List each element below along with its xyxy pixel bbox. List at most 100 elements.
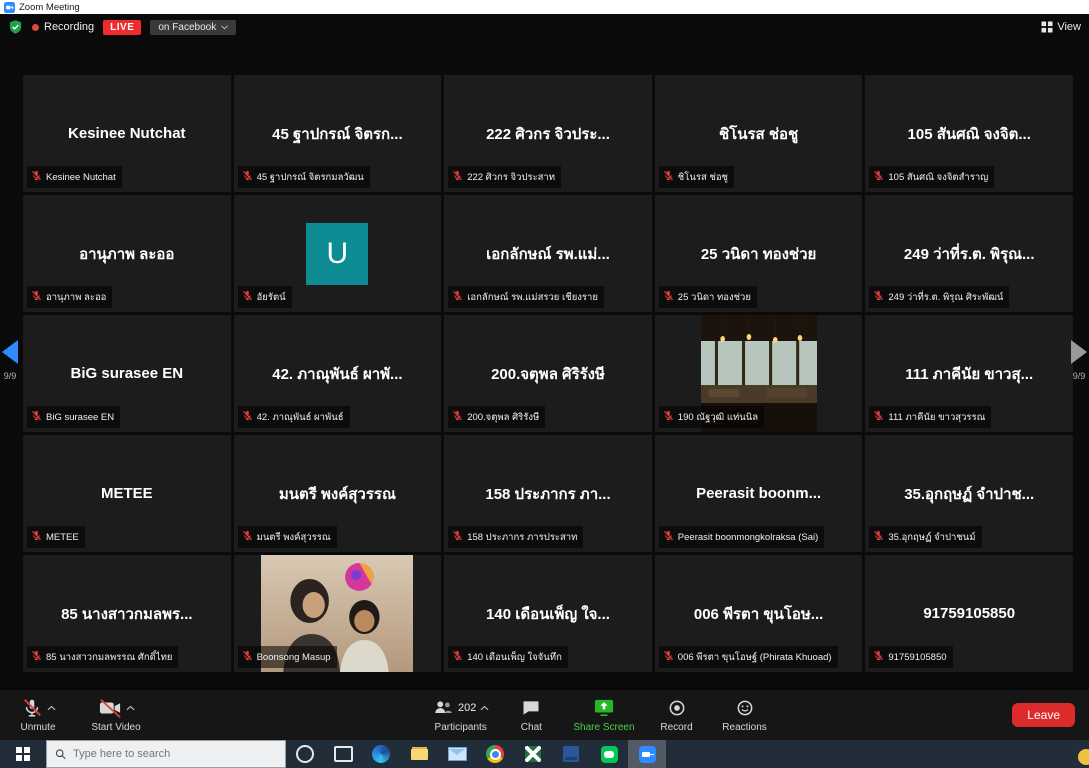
participants-button[interactable]: 202 Participants bbox=[432, 695, 489, 733]
chevron-up-icon[interactable] bbox=[126, 705, 135, 711]
participant-name-text: Kesinee Nutchat bbox=[46, 172, 116, 183]
security-shield-icon[interactable] bbox=[8, 19, 23, 35]
participant-name-text: BiG surasee EN bbox=[46, 412, 114, 423]
window-titlebar: Zoom Meeting bbox=[0, 0, 1089, 14]
participant-tile[interactable]: 45 ฐาปกรณ์ จิตรก...45 ฐาปกรณ์ จิตรกมลวัฒ… bbox=[234, 75, 442, 192]
participant-name-text: 105 สันศณิ จงจิตสำราญ bbox=[888, 170, 988, 185]
participant-tile[interactable]: BiG surasee ENBiG surasee EN bbox=[23, 315, 231, 432]
participant-name-text: ชิโนรส ช่อชู bbox=[678, 170, 728, 185]
muted-microphone-icon bbox=[21, 697, 43, 719]
participant-tile[interactable]: Uอัยรัตน์ bbox=[234, 195, 442, 312]
participant-tile[interactable]: Peerasit boonm...Peerasit boonmongkolrak… bbox=[655, 435, 863, 552]
edge-icon[interactable] bbox=[362, 740, 400, 768]
participant-tile[interactable]: 200.จตุพล ศิริรังษี200.จตุพล ศิริรังษี bbox=[444, 315, 652, 432]
muted-mic-icon bbox=[31, 648, 42, 666]
participant-name-tag: 158 ประภากร ภารประสาท bbox=[448, 526, 583, 548]
participant-avatar: U bbox=[306, 223, 368, 285]
participant-display-name: ชิโนรส ช่อชู bbox=[709, 122, 808, 146]
participant-tile[interactable]: 42. ภาณุพันธ์ ผาพั...42. ภาณุพันธ์ ผาพัน… bbox=[234, 315, 442, 432]
participant-name-tag: 200.จตุพล ศิริรังษี bbox=[448, 406, 545, 428]
participant-tile[interactable]: Boonsong Masup bbox=[234, 555, 442, 672]
search-input[interactable] bbox=[73, 748, 277, 760]
facebook-stream-dropdown[interactable]: on Facebook bbox=[150, 20, 236, 35]
muted-mic-icon bbox=[873, 408, 884, 426]
participant-display-name: 222 ศิวกร จิวประ... bbox=[476, 122, 620, 146]
participant-tile[interactable]: อานุภาพ ละอออานุภาพ ละออ bbox=[23, 195, 231, 312]
page-indicator-left: 9/9 bbox=[4, 371, 17, 381]
share-screen-icon bbox=[593, 698, 615, 718]
muted-mic-icon bbox=[663, 168, 674, 186]
record-button[interactable]: Record bbox=[651, 695, 703, 733]
start-video-button[interactable]: Start Video bbox=[90, 695, 142, 733]
line-icon[interactable] bbox=[590, 740, 628, 768]
mail-icon[interactable] bbox=[438, 740, 476, 768]
excel-icon[interactable] bbox=[514, 740, 552, 768]
previous-page-arrow-icon[interactable] bbox=[2, 340, 18, 364]
participant-name-tag: 105 สันศณิ จงจิตสำราญ bbox=[869, 166, 994, 188]
participant-tile[interactable]: 222 ศิวกร จิวประ...222 ศิวกร จิวประสาท bbox=[444, 75, 652, 192]
participant-name-text: 190 ณัฐวุฒิ แท่นนิล bbox=[678, 410, 758, 425]
share-screen-button[interactable]: Share Screen bbox=[573, 695, 634, 733]
participant-tile[interactable]: Kesinee NutchatKesinee Nutchat bbox=[23, 75, 231, 192]
participant-tile[interactable]: 249 ว่าที่ร.ต. พิรุณ...249 ว่าที่ร.ต. พิ… bbox=[865, 195, 1073, 312]
participant-name-tag: 42. ภาณุพันธ์ ผาพันธ์ bbox=[238, 406, 350, 428]
notification-icon[interactable] bbox=[1078, 749, 1089, 765]
reactions-button[interactable]: Reactions bbox=[719, 695, 771, 733]
participant-name-text: มนตรี พงค์สุวรรณ bbox=[257, 530, 331, 545]
participant-name-tag: METEE bbox=[27, 526, 85, 548]
participant-tile[interactable]: 105 สันศณิ จงจิต...105 สันศณิ จงจิตสำราญ bbox=[865, 75, 1073, 192]
muted-mic-icon bbox=[242, 408, 253, 426]
participant-name-tag: อานุภาพ ละออ bbox=[27, 286, 112, 308]
participant-display-name: 85 นางสาวกมลพร... bbox=[51, 602, 202, 626]
word-icon[interactable] bbox=[552, 740, 590, 768]
participant-display-name: มนตรี พงค์สุวรรณ bbox=[269, 482, 406, 506]
chevron-up-icon[interactable] bbox=[47, 705, 56, 711]
participant-display-name: 91759105850 bbox=[913, 605, 1025, 622]
meeting-controlbar: Unmute Start Video bbox=[0, 690, 1089, 740]
participant-tile[interactable]: 006 พีรตา ขุนโอษ...006 พีรตา ขุนโอษฐ์ (P… bbox=[655, 555, 863, 672]
muted-mic-icon bbox=[242, 168, 253, 186]
participant-name-tag: 190 ณัฐวุฒิ แท่นนิล bbox=[659, 406, 764, 428]
participant-tile[interactable]: 158 ประภากร ภา...158 ประภากร ภารประสาท bbox=[444, 435, 652, 552]
cortana-icon[interactable] bbox=[286, 740, 324, 768]
participant-name-tag: BiG surasee EN bbox=[27, 406, 120, 428]
taskbar-app-icons bbox=[286, 740, 666, 768]
chrome-icon[interactable] bbox=[476, 740, 514, 768]
participant-tile[interactable]: METEEMETEE bbox=[23, 435, 231, 552]
participant-tile[interactable]: 85 นางสาวกมลพร... 85 นางสาวกมลพรรณ ศักดิ์… bbox=[23, 555, 231, 672]
muted-mic-icon bbox=[242, 648, 253, 666]
participant-tile[interactable]: 9175910585091759105850 bbox=[865, 555, 1073, 672]
participant-display-name: 140 เดือนเพ็ญ ใจ... bbox=[476, 602, 620, 626]
participant-name-tag: 111 ภาคีนัย ขาวสุวรรณ bbox=[869, 406, 991, 428]
participant-name-text: 85 นางสาวกมลพรรณ ศักดิ์ไทย bbox=[46, 650, 172, 665]
zoom-app: Recording LIVE on Facebook View Kesi bbox=[0, 14, 1089, 740]
chevron-up-icon[interactable] bbox=[480, 705, 489, 711]
participant-name-tag: 25 วนิดา ทองช่วย bbox=[659, 286, 757, 308]
muted-mic-icon bbox=[31, 408, 42, 426]
start-button[interactable] bbox=[0, 740, 46, 768]
participant-tile[interactable]: 140 เดือนเพ็ญ ใจ...140 เดือนเพ็ญ ใจจันทึ… bbox=[444, 555, 652, 672]
taskbar-search[interactable] bbox=[46, 740, 286, 768]
participant-tile[interactable]: ชิโนรส ช่อชูชิโนรส ช่อชู bbox=[655, 75, 863, 192]
chat-button[interactable]: Chat bbox=[505, 695, 557, 733]
record-icon bbox=[667, 698, 687, 718]
participant-name-tag: เอกลักษณ์ รพ.แม่สรวย เชียงราย bbox=[448, 286, 604, 308]
unmute-button[interactable]: Unmute bbox=[12, 695, 64, 733]
muted-mic-icon bbox=[873, 168, 884, 186]
grid-view-icon bbox=[1041, 21, 1053, 33]
file-explorer-icon[interactable] bbox=[400, 740, 438, 768]
leave-button[interactable]: Leave bbox=[1012, 703, 1075, 727]
zoom-meeting-window: Zoom Meeting Recording LIVE on Facebook bbox=[0, 0, 1089, 768]
next-page-arrow-icon[interactable] bbox=[1071, 340, 1087, 364]
chat-icon bbox=[521, 698, 541, 718]
participant-tile[interactable]: 25 วนิดา ทองช่วย25 วนิดา ทองช่วย bbox=[655, 195, 863, 312]
participant-tile[interactable]: 111 ภาคีนัย ขาวสุ...111 ภาคีนัย ขาวสุวรร… bbox=[865, 315, 1073, 432]
view-button[interactable]: View bbox=[1041, 21, 1081, 33]
participant-tile[interactable]: เอกลักษณ์ รพ.แม่...เอกลักษณ์ รพ.แม่สรวย … bbox=[444, 195, 652, 312]
participant-tile[interactable]: 190 ณัฐวุฒิ แท่นนิล bbox=[655, 315, 863, 432]
task-view-icon[interactable] bbox=[324, 740, 362, 768]
participant-tile[interactable]: 35.อุกฤษฏ์ จำปาช...35.อุกฤษฏ์ จำปาชนม์ bbox=[865, 435, 1073, 552]
participant-name-text: 200.จตุพล ศิริรังษี bbox=[467, 410, 539, 425]
participant-tile[interactable]: มนตรี พงค์สุวรรณมนตรี พงค์สุวรรณ bbox=[234, 435, 442, 552]
zoom-icon[interactable] bbox=[628, 740, 666, 768]
